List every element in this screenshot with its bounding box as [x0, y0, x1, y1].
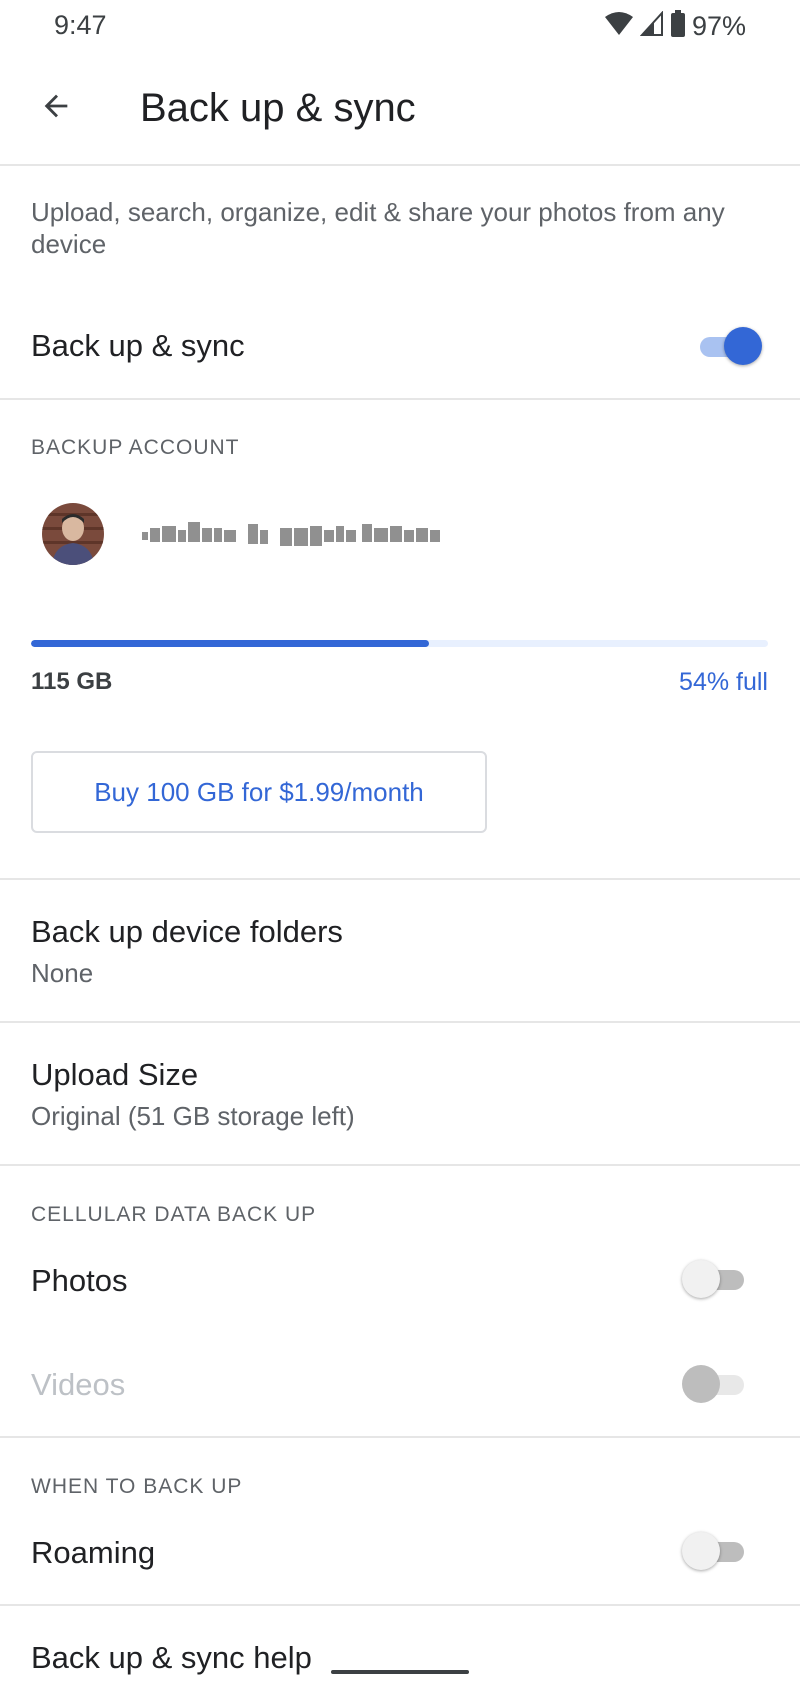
help-link[interactable]: Back up & sync help: [31, 1640, 312, 1676]
backup-sync-label: Back up & sync: [31, 328, 245, 363]
storage-progress-bar: [31, 640, 768, 647]
wifi-icon: [604, 11, 634, 42]
switch-thumb: [724, 327, 762, 365]
divider: [0, 1164, 800, 1166]
switch-thumb: [682, 1365, 720, 1403]
cell-signal-icon: [639, 10, 664, 42]
upload-size-label: Upload Size: [31, 1057, 199, 1092]
cellular-videos-switch: [682, 1362, 750, 1406]
cellular-photos-label: Photos: [31, 1263, 128, 1298]
device-folders-label: Back up device folders: [31, 914, 343, 949]
home-indicator[interactable]: [331, 1670, 469, 1674]
app-bar: Back up & sync: [0, 56, 800, 166]
upload-size-value: Original (51 GB storage left): [31, 1101, 355, 1131]
switch-thumb: [682, 1532, 720, 1570]
page-title: Back up & sync: [140, 86, 416, 130]
device-folders-value: None: [31, 958, 94, 988]
switch-thumb: [682, 1260, 720, 1298]
roaming-switch[interactable]: [682, 1529, 750, 1573]
back-button[interactable]: [30, 82, 82, 134]
storage-used: 115 GB: [31, 668, 113, 695]
divider: [0, 1021, 800, 1023]
cellular-videos-label: Videos: [31, 1367, 126, 1402]
roaming-label: Roaming: [31, 1535, 156, 1570]
section-header-when-to-back-up: WHEN TO BACK UP: [31, 1475, 243, 1498]
status-icons: 97%: [604, 10, 746, 43]
buy-storage-button[interactable]: Buy 100 GB for $1.99/month: [31, 751, 487, 833]
status-bar: 9:47 97%: [0, 0, 800, 56]
section-header-backup-account: BACKUP ACCOUNT: [31, 436, 240, 459]
intro-description: Upload, search, organize, edit & share y…: [31, 197, 725, 259]
section-header-cellular: CELLULAR DATA BACK UP: [31, 1203, 317, 1226]
battery-percent: 97%: [691, 11, 746, 41]
status-time: 9:47: [54, 10, 107, 40]
avatar[interactable]: [42, 503, 104, 565]
divider: [0, 1436, 800, 1438]
storage-percent: 54% full: [679, 668, 768, 696]
cellular-photos-switch[interactable]: [682, 1257, 750, 1301]
arrow-back-icon: [39, 89, 73, 128]
divider: [0, 1604, 800, 1606]
account-name-redacted: [140, 516, 530, 552]
storage-progress-fill: [31, 640, 429, 647]
divider: [0, 878, 800, 880]
divider: [0, 398, 800, 400]
battery-icon: [670, 10, 686, 43]
backup-sync-switch[interactable]: [694, 324, 762, 368]
